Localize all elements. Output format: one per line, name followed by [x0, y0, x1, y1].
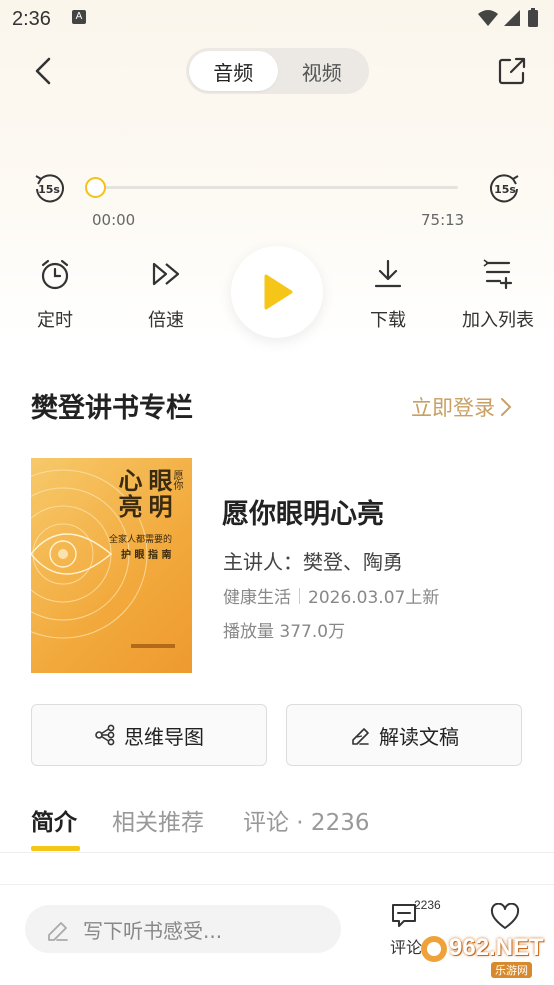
book-meta: 健康生活 2026.03.07上新 — [223, 583, 439, 608]
watermark: 962.NET 乐游网 — [419, 930, 551, 982]
fast-forward-icon — [148, 256, 184, 292]
cover-subtitle: 全家人都需要的 — [109, 535, 173, 545]
book-date: 2026.03.07上新 — [308, 588, 440, 608]
notification-icon: A — [72, 10, 86, 24]
progress-thumb[interactable] — [85, 177, 106, 198]
cover-subtitle-2: 护 眼 指 南 — [121, 550, 172, 561]
tab-recommendations[interactable]: 相关推荐 — [112, 803, 204, 837]
media-type-switch: 音频 视频 — [186, 48, 369, 94]
cover-publisher-mark — [131, 644, 175, 648]
section-title: 樊登讲书专栏 — [31, 393, 193, 424]
book-category: 健康生活 — [223, 588, 291, 608]
skip-back-15-button[interactable]: 15s — [32, 172, 66, 206]
like-button[interactable] — [490, 902, 520, 933]
book-author: 主讲人：樊登、陶勇 — [223, 550, 403, 574]
wifi-icon — [478, 10, 498, 26]
active-tab-indicator — [31, 846, 80, 851]
comment-input[interactable]: 写下听书感受... — [25, 905, 341, 953]
watermark-subtext: 乐游网 — [491, 962, 532, 978]
login-link[interactable]: 立即登录 — [411, 392, 513, 422]
back-arrow-icon — [35, 57, 51, 85]
watermark-logo — [421, 936, 447, 962]
book-cover[interactable]: 心亮 眼明 愿你 全家人都需要的 护 眼 指 南 — [31, 458, 192, 673]
total-time: 75:13 — [421, 211, 465, 229]
tab-video[interactable]: 视频 — [278, 51, 367, 91]
download-button[interactable]: 下载 — [343, 256, 433, 336]
play-button[interactable] — [231, 246, 323, 338]
transcript-label: 解读文稿 — [379, 724, 459, 749]
mindmap-label: 思维导图 — [124, 724, 204, 749]
download-label: 下载 — [370, 310, 406, 331]
meta-divider — [299, 587, 300, 604]
cover-title-wish: 愿你 — [171, 470, 182, 490]
rewind-15-icon: 15s — [35, 174, 64, 203]
watermark-text: 962.NET — [449, 934, 544, 961]
pencil-icon — [48, 922, 68, 941]
comment-label: 评论 — [390, 938, 423, 957]
chevron-right-icon — [501, 398, 512, 416]
playlist-add-icon — [480, 256, 516, 292]
book-plays: 播放量 377.0万 — [223, 622, 346, 642]
play-icon — [264, 274, 293, 310]
alarm-clock-icon — [37, 256, 73, 292]
add-to-list-button[interactable]: 加入列表 — [453, 256, 543, 336]
download-icon — [370, 256, 406, 292]
tab-comments[interactable]: 评论 · 2236 — [243, 803, 369, 837]
status-icons — [474, 8, 544, 28]
progress-track[interactable] — [96, 186, 458, 189]
skip-back-label: 15s — [38, 183, 60, 196]
login-link-label: 立即登录 — [411, 396, 495, 420]
book-title: 愿你眼明心亮 — [222, 499, 384, 530]
tab-intro[interactable]: 简介 — [31, 803, 77, 837]
timer-label: 定时 — [37, 310, 73, 331]
forward-15-icon: 15s — [490, 174, 519, 203]
transcript-button[interactable]: 解读文稿 — [286, 704, 522, 766]
timer-button[interactable]: 定时 — [10, 256, 100, 336]
signal-icon — [504, 10, 520, 26]
speed-label: 倍速 — [148, 310, 184, 331]
mindmap-icon — [95, 724, 115, 746]
current-time: 00:00 — [92, 211, 136, 229]
tabs-divider — [0, 852, 554, 853]
battery-icon — [528, 10, 538, 27]
pen-icon — [352, 728, 369, 745]
back-button[interactable] — [28, 54, 58, 88]
status-time: 2:36 — [12, 8, 51, 30]
heart-icon — [490, 902, 520, 929]
skip-forward-label: 15s — [494, 183, 516, 196]
speed-button[interactable]: 倍速 — [121, 256, 211, 336]
add-to-list-label: 加入列表 — [462, 310, 534, 331]
comment-count: 2236 — [414, 898, 441, 912]
comment-placeholder: 写下听书感受... — [83, 918, 223, 943]
share-button[interactable] — [496, 54, 528, 88]
mindmap-button[interactable]: 思维导图 — [31, 704, 267, 766]
tab-audio[interactable]: 音频 — [189, 51, 278, 91]
share-icon — [498, 57, 526, 85]
skip-forward-15-button[interactable]: 15s — [488, 172, 522, 206]
